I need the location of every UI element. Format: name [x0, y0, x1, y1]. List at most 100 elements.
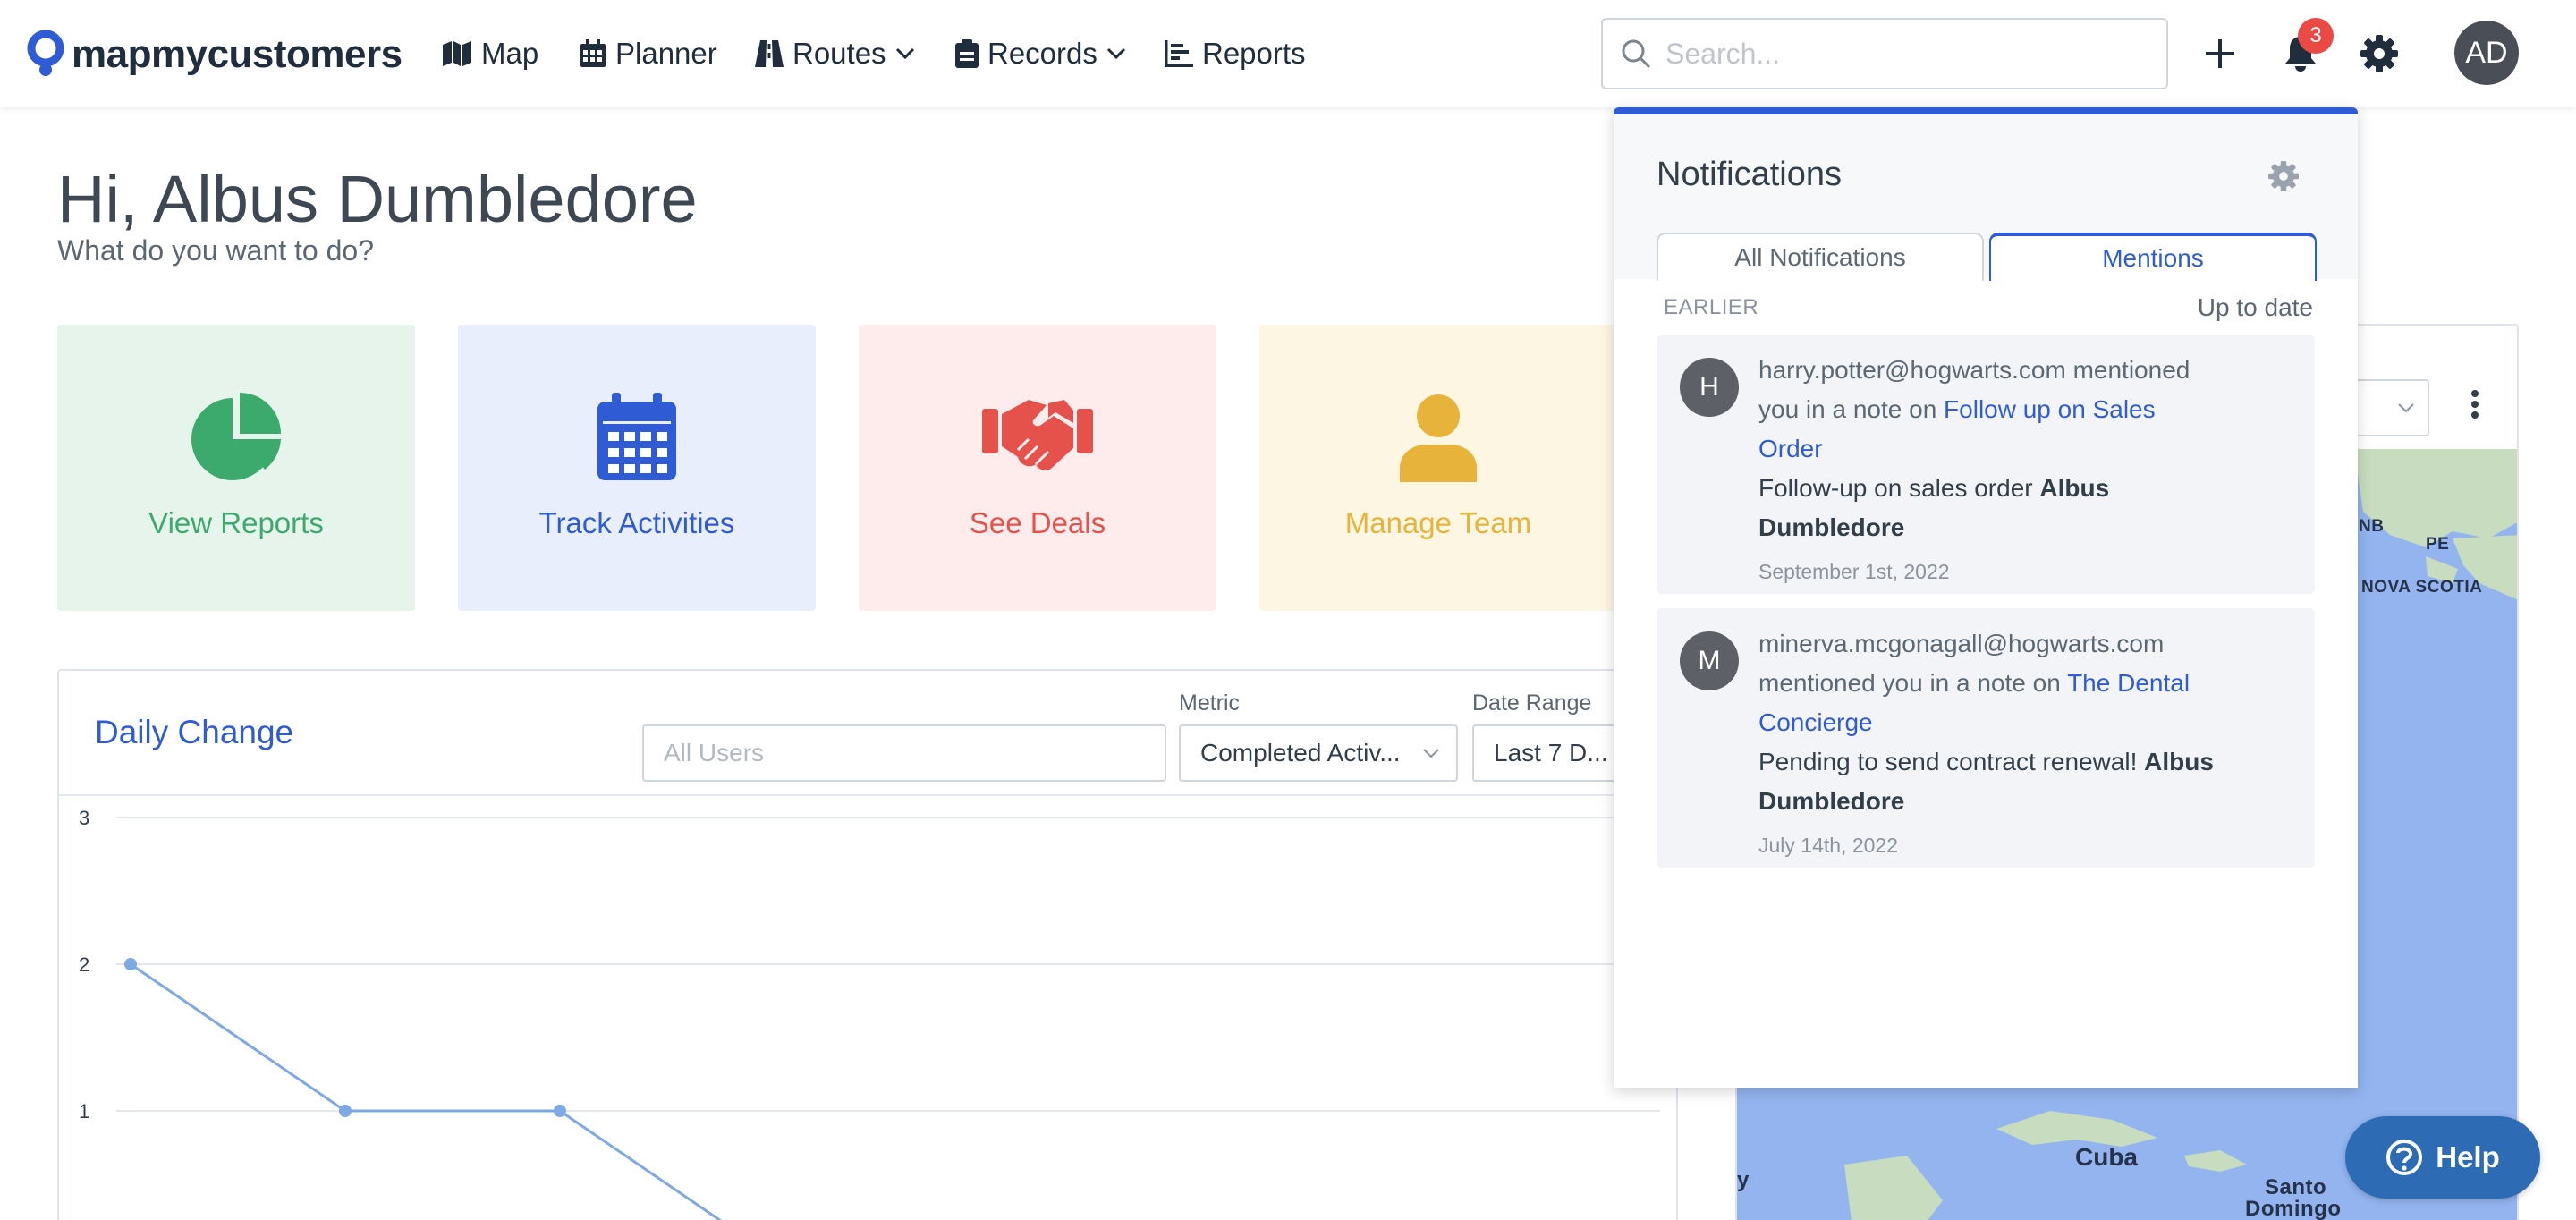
notification-note-text: Follow-up on sales order: [1758, 474, 2040, 502]
author-avatar: M: [1680, 631, 1739, 690]
map-label-edge: y: [1737, 1168, 1750, 1192]
tile-icon-wrap: [458, 393, 816, 480]
chart-data-point[interactable]: [554, 1105, 566, 1117]
nav-reports-label: Reports: [1202, 37, 1306, 70]
chevron-down-icon: [1423, 749, 1439, 758]
nav-map[interactable]: Map: [442, 32, 538, 75]
nav-records[interactable]: Records: [955, 32, 1126, 75]
track-activities-tile[interactable]: Track Activities: [458, 325, 816, 611]
tab-all-notifications[interactable]: All Notifications: [1657, 233, 1984, 281]
map-icon: [443, 41, 471, 66]
map-label-cuba: Cuba: [2075, 1143, 2138, 1171]
notifications-status: Up to date: [2197, 293, 2313, 321]
notification-mention-first: Albus: [2039, 474, 2110, 502]
map-label-nb: NB: [2359, 517, 2385, 536]
global-search[interactable]: [1601, 18, 2168, 89]
notification-count-badge: 3: [2298, 18, 2334, 54]
page-title: Hi, Albus Dumbledore: [57, 162, 698, 236]
chevron-down-icon: [1106, 47, 1125, 60]
notification-record-link-cont[interactable]: Concierge: [1758, 708, 1873, 736]
nav-planner-label: Planner: [615, 37, 717, 70]
track-activities-label: Track Activities: [538, 506, 735, 539]
brand-logo[interactable]: mapmycustomers: [27, 30, 402, 79]
notification-record-link-cont[interactable]: Order: [1758, 435, 1823, 462]
notifications-panel: Notifications All Notifications Mentions…: [1614, 107, 2358, 1088]
create-button[interactable]: [2202, 36, 2238, 72]
tab-mentions[interactable]: Mentions: [1989, 233, 2317, 281]
notification-item[interactable]: M minerva.mcgonagall@hogwarts.com mentio…: [1657, 608, 2315, 868]
notification-mention-last: Dumbledore: [1758, 513, 1905, 541]
notification-verb: mentioned: [2065, 356, 2190, 384]
chart-y-tick-label: 2: [79, 953, 89, 976]
users-filter-input[interactable]: All Users: [642, 724, 1166, 782]
nav-routes-label: Routes: [792, 37, 886, 70]
brand-name: mapmycustomers: [72, 32, 402, 76]
gear-icon: [2360, 35, 2398, 72]
see-deals-label: See Deals: [969, 506, 1106, 539]
view-reports-label: View Reports: [148, 506, 324, 539]
daily-change-title: Daily Change: [95, 714, 294, 750]
search-input[interactable]: [1665, 37, 2148, 71]
clipboard-icon: [955, 39, 979, 68]
tile-icon-wrap: [859, 393, 1216, 473]
handshake-icon: [982, 400, 1093, 470]
nav-reports[interactable]: Reports: [1165, 32, 1306, 75]
user-icon: [1400, 394, 1477, 482]
chevron-down-icon: [895, 47, 914, 60]
page-subtitle: What do you want to do?: [57, 234, 374, 267]
line-chart: 3 2 1: [79, 807, 1660, 1220]
notification-item[interactable]: H harry.potter@hogwarts.com mentioned yo…: [1657, 335, 2315, 594]
notifications-title: Notifications: [1657, 156, 1842, 193]
chart-series-line: [130, 962, 723, 1220]
more-options-icon[interactable]: [2462, 377, 2488, 431]
chart-data-point[interactable]: [124, 958, 137, 970]
notification-text: harry.potter@hogwarts.com mentioned you …: [1758, 351, 2259, 469]
question-circle-icon: [2386, 1140, 2423, 1175]
manage-team-label: Manage Team: [1344, 506, 1532, 539]
notification-author: minerva.mcgonagall@hogwarts.com: [1758, 630, 2165, 657]
notification-mention-first: Albus: [2144, 748, 2214, 775]
date-range-value: Last 7 D...: [1494, 739, 1608, 767]
search-icon: [1622, 39, 1651, 69]
daily-change-card: Daily Change All Users Metric Completed …: [57, 669, 1678, 1220]
map-label-domingo: Domingo: [2245, 1197, 2342, 1220]
notifications-header: Notifications All Notifications Mentions: [1614, 114, 2358, 281]
chevron-down-icon: [2398, 403, 2414, 413]
user-avatar[interactable]: AD: [2454, 21, 2519, 85]
section-earlier-label: EARLIER: [1664, 295, 1759, 319]
chart-y-tick-label: 3: [79, 807, 89, 829]
notification-body: Follow-up on sales order Albus Dumbledor…: [1758, 469, 2259, 547]
see-deals-tile[interactable]: See Deals: [859, 325, 1216, 611]
plus-icon: [2206, 39, 2234, 68]
users-filter-placeholder: All Users: [664, 739, 765, 767]
notification-author: harry.potter@hogwarts.com: [1758, 356, 2066, 384]
top-navigation-bar: mapmycustomers Map Planner Routes Record…: [0, 0, 2576, 107]
notification-date: July 14th, 2022: [1758, 834, 1899, 857]
date-range-label: Date Range: [1472, 690, 1592, 716]
notification-settings-icon[interactable]: [2268, 161, 2299, 191]
notification-record-link[interactable]: Follow up on Sales: [1944, 395, 2156, 423]
daily-change-chart: 3 2 1: [59, 796, 1676, 1220]
nav-map-label: Map: [481, 37, 539, 70]
manage-team-tile[interactable]: Manage Team: [1259, 325, 1617, 611]
logo-pin-icon: [27, 30, 64, 76]
nav-planner[interactable]: Planner: [580, 32, 717, 75]
notification-context: mentioned you in a note on: [1758, 669, 2068, 697]
notification-record-link[interactable]: The Dental: [2067, 669, 2190, 697]
help-button[interactable]: Help: [2345, 1116, 2540, 1199]
notification-note-text: Pending to send contract renewal!: [1758, 748, 2145, 775]
settings-button[interactable]: [2360, 34, 2399, 73]
notification-body: Pending to send contract renewal! Albus …: [1758, 742, 2259, 821]
view-reports-tile[interactable]: View Reports: [57, 325, 415, 611]
calendar-icon: [597, 393, 676, 480]
date-range-select[interactable]: Last 7 D...: [1472, 724, 1633, 782]
pie-chart-icon: [191, 393, 281, 480]
help-label: Help: [2436, 1140, 2500, 1173]
metric-select[interactable]: Completed Activ...: [1179, 724, 1458, 782]
author-avatar: H: [1680, 358, 1739, 417]
nav-routes[interactable]: Routes: [755, 32, 915, 75]
chart-data-point[interactable]: [339, 1105, 352, 1117]
calendar-icon: [580, 39, 606, 67]
notification-context: you in a note on: [1758, 395, 1945, 423]
metric-select-value: Completed Activ...: [1200, 739, 1401, 767]
